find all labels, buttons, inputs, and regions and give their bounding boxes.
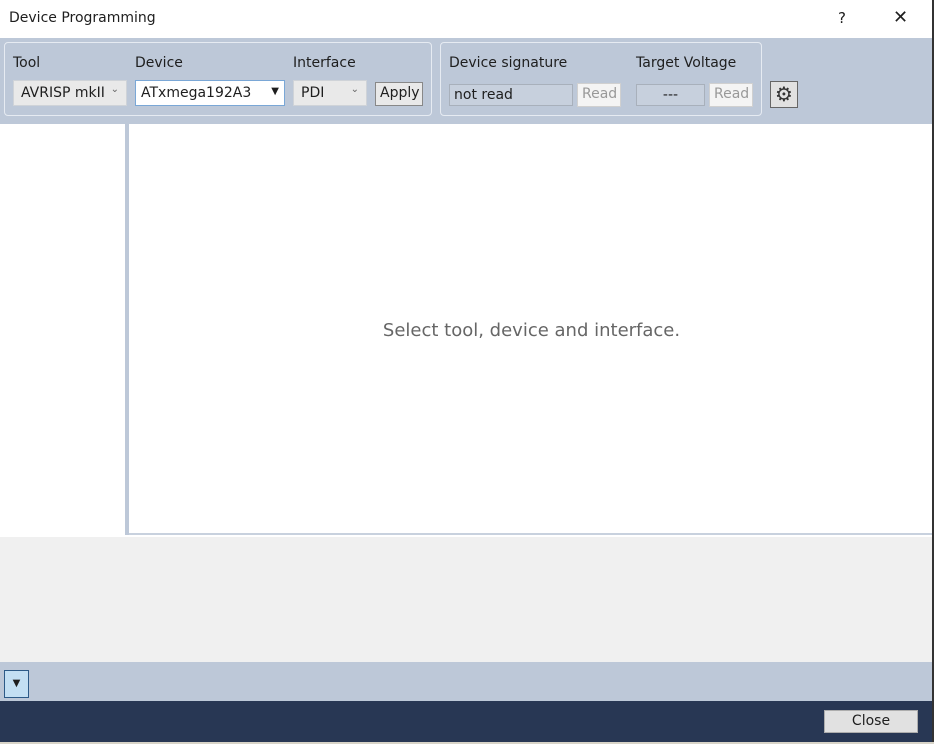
help-button[interactable]: ? bbox=[838, 9, 846, 27]
title-bar: Device Programming ? ✕ bbox=[0, 0, 934, 38]
log-area bbox=[0, 537, 934, 662]
read-signature-button[interactable]: Read bbox=[577, 83, 621, 107]
interface-label: Interface bbox=[293, 55, 356, 71]
close-button[interactable]: Close bbox=[824, 710, 918, 733]
device-input[interactable]: ATxmega192A3 bbox=[141, 85, 251, 101]
device-label: Device bbox=[135, 55, 183, 71]
tool-value: AVRISP mkII bbox=[21, 85, 105, 101]
tool-label: Tool bbox=[13, 55, 41, 71]
interface-value: PDI bbox=[301, 85, 325, 101]
signature-label: Device signature bbox=[449, 55, 568, 71]
log-toolbar bbox=[0, 662, 934, 701]
main-content: Select tool, device and interface. bbox=[129, 124, 934, 535]
footer bbox=[0, 701, 932, 742]
gear-icon[interactable]: ⚙ bbox=[770, 81, 798, 108]
toolbar: Tool AVRISP mkII ⌄ Device ATxmega192A3 ▼ I… bbox=[0, 38, 934, 124]
voltage-field: --- bbox=[636, 84, 705, 106]
close-window-button[interactable]: ✕ bbox=[893, 7, 908, 28]
tool-select[interactable]: AVRISP mkII ⌄ bbox=[13, 80, 127, 106]
interface-select[interactable]: PDI ⌄ bbox=[293, 80, 367, 106]
navigation-pane bbox=[0, 124, 125, 535]
apply-button[interactable]: Apply bbox=[375, 82, 423, 106]
expand-log-button[interactable]: ▼ bbox=[4, 670, 29, 698]
dropdown-arrow-icon[interactable]: ▼ bbox=[271, 86, 279, 97]
chevron-down-icon: ⌄ bbox=[350, 84, 359, 95]
status-message: Select tool, device and interface. bbox=[382, 320, 681, 341]
read-voltage-button[interactable]: Read bbox=[709, 83, 753, 107]
chevron-down-icon: ⌄ bbox=[110, 84, 119, 95]
voltage-label: Target Voltage bbox=[636, 55, 737, 71]
window-title: Device Programming bbox=[9, 10, 156, 26]
signature-field: not read bbox=[449, 84, 573, 106]
device-combobox[interactable]: ATxmega192A3 ▼ bbox=[135, 80, 285, 106]
